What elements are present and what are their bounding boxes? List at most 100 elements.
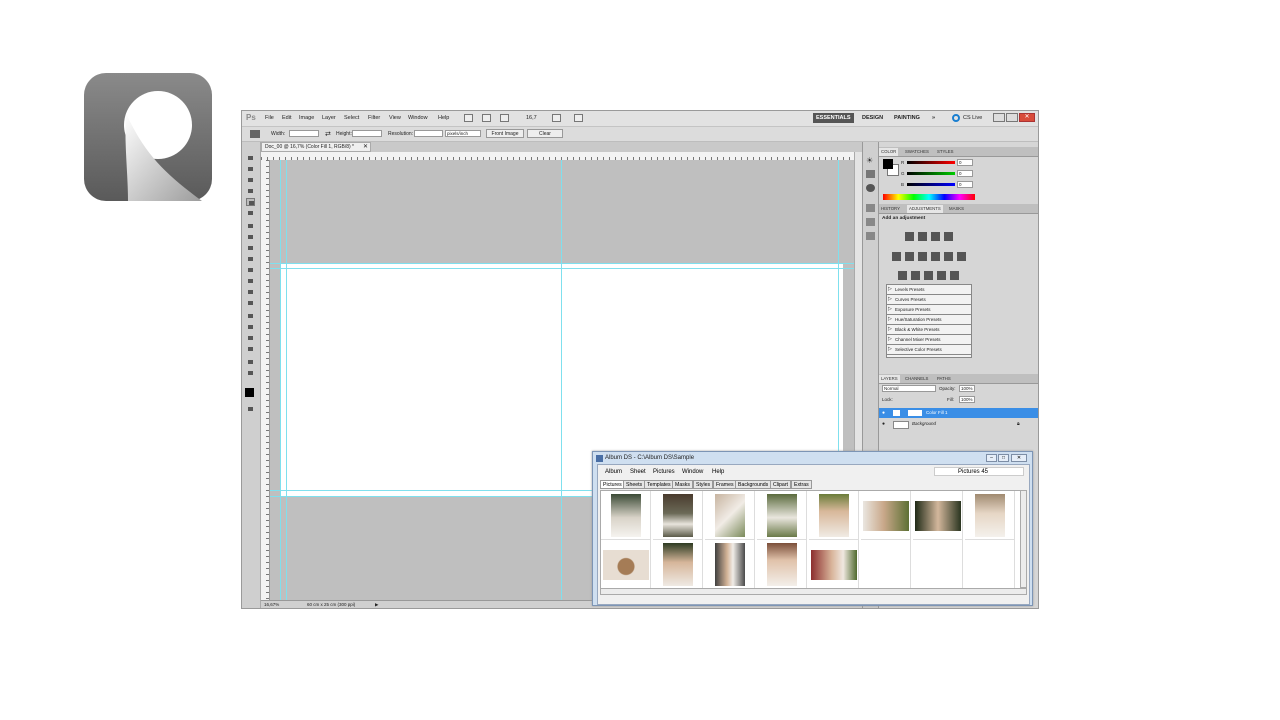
foreground-color[interactable] [883, 159, 893, 169]
posterize-icon[interactable] [911, 271, 920, 280]
selective-color-icon[interactable] [950, 271, 959, 280]
invert-icon[interactable] [898, 271, 907, 280]
marquee-tool-icon[interactable] [246, 165, 255, 173]
foreground-color-swatch[interactable] [245, 388, 254, 397]
tab-sheets[interactable]: Sheets [623, 480, 646, 489]
minibridge-icon[interactable] [482, 114, 491, 122]
document-tab[interactable]: Doc_00 @ 16,7% (Color Fill 1, RGB/8) * [261, 142, 371, 152]
tab-masks[interactable]: Masks [672, 480, 693, 489]
tab-styles[interactable]: Styles [693, 480, 714, 489]
eyedropper-tool-icon[interactable] [246, 209, 255, 217]
menu-filter[interactable]: Filter [368, 115, 380, 121]
tab-history[interactable]: HISTORY [879, 205, 902, 213]
picture-cell[interactable] [601, 491, 651, 540]
menu-help[interactable]: Help [438, 115, 449, 121]
tab-color[interactable]: COLOR [879, 148, 899, 156]
curves-icon[interactable] [866, 170, 875, 178]
menu-album[interactable]: Album [605, 469, 622, 475]
screen-mode-icon[interactable] [574, 114, 583, 122]
red-value[interactable]: 0 [957, 159, 973, 166]
album-minimize-button[interactable]: – [986, 454, 997, 462]
channel-mixer-icon[interactable] [957, 252, 966, 261]
menu-help[interactable]: Help [712, 469, 724, 475]
bridge-icon[interactable] [464, 114, 473, 122]
tab-swatches[interactable]: SWATCHES [903, 148, 931, 156]
threshold-icon[interactable] [924, 271, 933, 280]
green-slider[interactable] [907, 172, 955, 175]
status-menu-icon[interactable]: ▶ [375, 602, 378, 608]
picture-cell[interactable] [913, 491, 963, 540]
picture-cell[interactable] [861, 491, 911, 540]
gradient-tool-icon[interactable] [246, 277, 255, 285]
picture-cell[interactable] [809, 491, 859, 540]
tab-clipart[interactable]: Clipart [770, 480, 791, 489]
layer-row[interactable]: ● Background 🔒︎ [879, 419, 1038, 429]
preset-curves[interactable]: Curves Presets [887, 295, 971, 305]
color-balance-icon[interactable] [918, 252, 927, 261]
tab-layers[interactable]: LAYERS [879, 375, 900, 383]
brush-tool-icon[interactable] [246, 233, 255, 241]
tab-paths[interactable]: PATHS [935, 375, 953, 383]
clone-source-icon[interactable] [866, 232, 875, 240]
quick-mask-icon[interactable] [246, 405, 255, 413]
preset-hue-saturation[interactable]: Hue/Saturation Presets [887, 315, 971, 325]
menu-select[interactable]: Select [344, 115, 359, 121]
tab-pictures[interactable]: Pictures [600, 480, 625, 489]
resolution-field[interactable] [414, 130, 443, 137]
cslive-label[interactable]: CS Live [963, 115, 982, 121]
workspace-painting[interactable]: PAINTING [891, 113, 923, 123]
pictures-vertical-scrollbar[interactable] [1020, 490, 1027, 588]
picture-cell[interactable] [965, 491, 1015, 540]
menu-file[interactable]: File [265, 115, 274, 121]
eraser-tool-icon[interactable] [246, 266, 255, 274]
vibrance-icon[interactable] [892, 252, 901, 261]
preset-levels[interactable]: Levels Presets [887, 285, 971, 295]
tab-channels[interactable]: CHANNELS [903, 375, 930, 383]
maximize-button[interactable] [1006, 113, 1018, 122]
width-field[interactable] [289, 130, 319, 137]
hand-tool-icon[interactable] [246, 358, 255, 366]
exposure-icon[interactable] [944, 232, 953, 241]
more-workspaces-icon[interactable]: » [929, 113, 938, 123]
status-zoom[interactable]: 16,67% [264, 602, 279, 607]
album-close-button[interactable]: ✕ [1011, 454, 1027, 462]
layer-row[interactable]: ● Color Fill 1 [879, 408, 1038, 418]
healing-tool-icon[interactable] [246, 222, 255, 230]
dodge-tool-icon[interactable] [246, 299, 255, 307]
layer-name[interactable]: Color Fill 1 [926, 408, 948, 418]
blend-mode-select[interactable]: Normal [882, 385, 936, 392]
red-slider[interactable] [907, 161, 955, 164]
tab-styles[interactable]: STYLES [935, 148, 955, 156]
picture-cell[interactable] [705, 540, 755, 589]
picture-cell[interactable] [705, 491, 755, 540]
visibility-eye-icon[interactable]: ● [882, 419, 885, 429]
history-brush-tool-icon[interactable] [246, 255, 255, 263]
clear-button[interactable]: Clear [527, 129, 563, 138]
close-tab-icon[interactable]: ✕ [363, 143, 368, 150]
preset-exposure[interactable]: Exposure Presets [887, 305, 971, 315]
workspace-design[interactable]: DESIGN [859, 113, 886, 123]
tab-backgrounds[interactable]: Backgrounds [735, 480, 772, 489]
layer-name[interactable]: Background [912, 419, 936, 429]
lasso-tool-icon[interactable] [246, 176, 255, 184]
tab-masks[interactable]: MASKS [947, 205, 966, 213]
curves-icon[interactable] [931, 232, 940, 241]
tab-frames[interactable]: Frames [713, 480, 737, 489]
gradient-map-icon[interactable] [937, 271, 946, 280]
menu-edit[interactable]: Edit [282, 115, 291, 121]
quick-select-tool-icon[interactable] [246, 187, 255, 195]
info-icon[interactable] [866, 184, 875, 192]
close-button[interactable]: ✕ [1019, 113, 1035, 122]
hue-saturation-icon[interactable] [905, 252, 914, 261]
units-select[interactable]: pixels/inch [445, 130, 481, 137]
height-field[interactable] [352, 130, 382, 137]
menu-window[interactable]: Window [682, 469, 703, 475]
brightness-icon[interactable]: ☀ [866, 156, 875, 165]
pen-tool-icon[interactable] [246, 312, 255, 320]
menu-image[interactable]: Image [299, 115, 314, 121]
fill-field[interactable]: 100% [959, 396, 975, 403]
stamp-tool-icon[interactable] [246, 244, 255, 252]
minimize-button[interactable] [993, 113, 1005, 122]
menu-sheet[interactable]: Sheet [630, 469, 646, 475]
menu-pictures[interactable]: Pictures [653, 469, 675, 475]
